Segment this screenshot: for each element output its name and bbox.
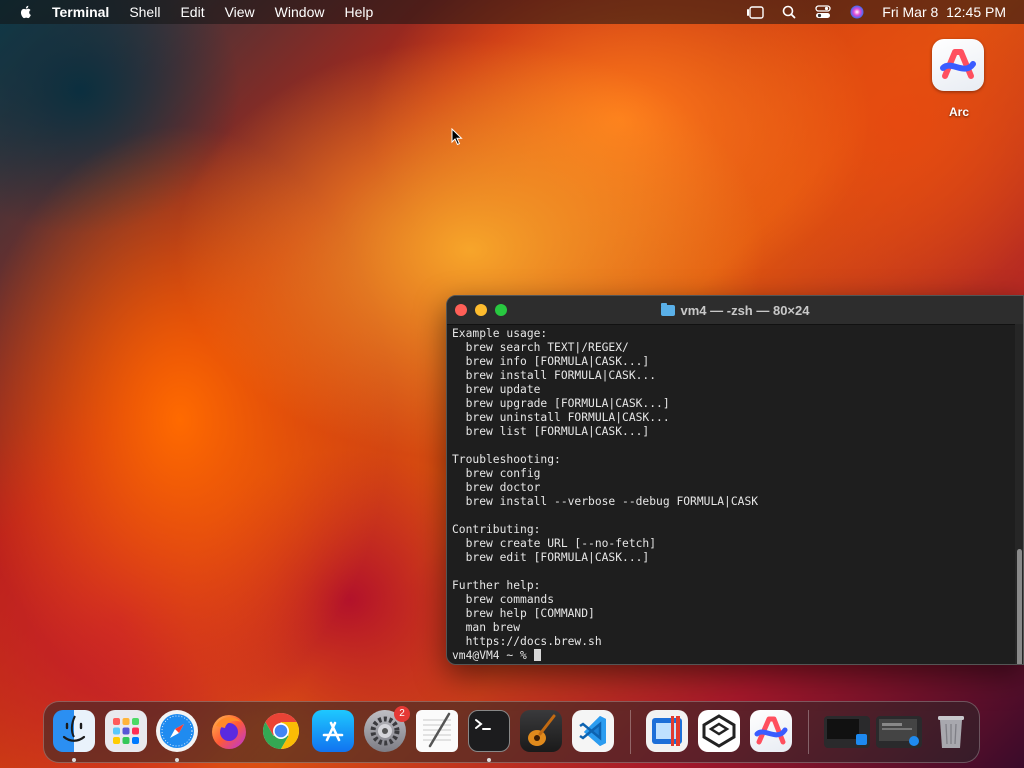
arc-icon	[932, 39, 984, 91]
menu-help[interactable]: Help	[344, 0, 373, 24]
dock: 2	[43, 701, 980, 763]
running-indicator	[487, 758, 491, 762]
system-settings-icon[interactable]: 2	[364, 706, 410, 752]
terminal-line: Troubleshooting:	[452, 453, 561, 466]
minimized-window-2[interactable]	[876, 716, 922, 748]
terminal-line: brew help [COMMAND]	[452, 607, 595, 620]
finder-icon[interactable]	[53, 710, 95, 752]
menu-view[interactable]: View	[225, 0, 255, 24]
terminal-line: brew info [FORMULA|CASK...]	[452, 355, 650, 368]
terminal-window[interactable]: vm4 — -zsh — 80×24 Example usage: brew s…	[446, 295, 1024, 665]
window-title: vm4 — -zsh — 80×24	[660, 302, 810, 318]
arc-icon[interactable]	[750, 710, 792, 752]
terminal-line: Further help:	[452, 579, 541, 592]
terminal-output[interactable]: Example usage: brew search TEXT|/REGEX/ …	[447, 325, 1023, 664]
app-store-icon[interactable]	[312, 710, 354, 752]
menu-app-terminal[interactable]: Terminal	[52, 0, 109, 24]
terminal-line: brew commands	[452, 593, 555, 606]
terminal-prompt-line[interactable]: vm4@VM4 ~ %	[452, 649, 1018, 663]
clock[interactable]: Fri Mar 8 12:45 PM	[882, 4, 1006, 20]
notification-badge: 2	[394, 706, 410, 722]
stage-manager-icon[interactable]	[746, 5, 764, 19]
trash-icon[interactable]	[930, 710, 972, 752]
text-cursor	[533, 649, 541, 661]
scrollbar[interactable]	[1015, 324, 1023, 664]
running-indicator	[175, 758, 179, 762]
terminal-line: brew list [FORMULA|CASK...]	[452, 425, 650, 438]
garageband-icon[interactable]	[520, 710, 562, 752]
siri-icon[interactable]	[848, 5, 866, 19]
menu-edit[interactable]: Edit	[180, 0, 204, 24]
firefox-icon[interactable]	[208, 710, 250, 752]
terminal-line: brew update	[452, 383, 541, 396]
search-icon[interactable]	[780, 5, 798, 19]
chrome-icon[interactable]	[260, 710, 302, 752]
parallels-icon[interactable]	[646, 710, 688, 752]
zoom-button[interactable]	[495, 304, 507, 316]
terminal-line: brew install FORMULA|CASK...	[452, 369, 657, 382]
desktop-icon-arc[interactable]: Arc	[932, 39, 986, 119]
terminal-line: brew edit [FORMULA|CASK...]	[452, 551, 650, 564]
launchpad-icon[interactable]	[105, 710, 147, 752]
terminal-line: brew upgrade [FORMULA|CASK...]	[452, 397, 670, 410]
dock-separator	[630, 710, 631, 754]
terminal-line: Example usage:	[452, 327, 548, 340]
desktop-icon-label: Arc	[948, 105, 969, 119]
safari-icon[interactable]	[156, 710, 198, 752]
terminal-line: brew create URL [--no-fetch]	[452, 537, 657, 550]
menu-shell[interactable]: Shell	[129, 0, 160, 24]
mouse-pointer-icon	[451, 128, 463, 146]
menu-window[interactable]: Window	[275, 0, 325, 24]
terminal-icon[interactable]	[468, 710, 510, 752]
close-button[interactable]	[455, 304, 467, 316]
apple-menu-icon[interactable]	[18, 4, 34, 20]
terminal-line: brew uninstall FORMULA|CASK...	[452, 411, 670, 424]
window-title-text: vm4 — -zsh — 80×24	[680, 302, 810, 318]
terminal-line: brew config	[452, 467, 541, 480]
terminal-line: brew doctor	[452, 481, 541, 494]
dock-separator	[808, 710, 809, 754]
terminal-prompt: vm4@VM4 ~ %	[452, 649, 534, 662]
terminal-titlebar[interactable]: vm4 — -zsh — 80×24	[447, 296, 1023, 325]
sketchup-icon[interactable]	[698, 710, 740, 752]
menu-bar: Terminal Shell Edit View Window Help Fri…	[0, 0, 1024, 24]
minimize-button[interactable]	[475, 304, 487, 316]
minimized-window-1[interactable]	[824, 716, 870, 748]
vscode-icon[interactable]	[572, 710, 614, 752]
scrollbar-thumb[interactable]	[1017, 549, 1022, 664]
terminal-line: Contributing:	[452, 523, 541, 536]
control-center-icon[interactable]	[814, 5, 832, 19]
terminal-line: brew search TEXT|/REGEX/	[452, 341, 629, 354]
running-indicator	[72, 758, 76, 762]
textedit-icon[interactable]	[416, 710, 458, 752]
terminal-line: man brew	[452, 621, 521, 634]
terminal-line: https://docs.brew.sh	[452, 635, 602, 648]
folder-icon	[660, 302, 675, 316]
terminal-line: brew install --verbose --debug FORMULA|C…	[452, 495, 759, 508]
